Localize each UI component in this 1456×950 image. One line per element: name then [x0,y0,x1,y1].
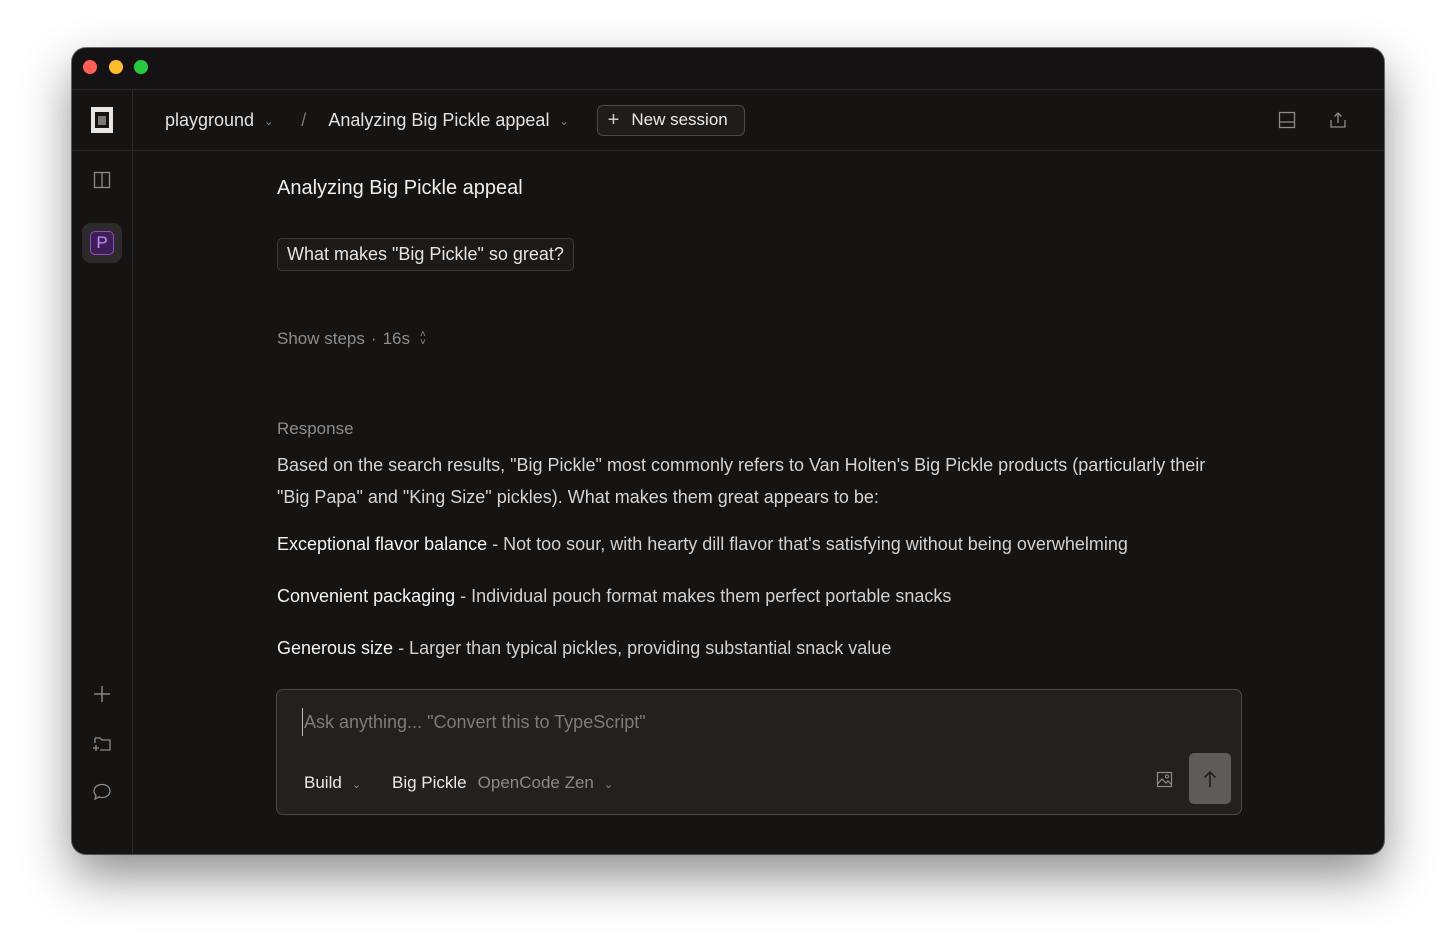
breadcrumb-separator: / [301,109,307,130]
close-window-button[interactable] [83,60,97,74]
session-name: Analyzing Big Pickle appeal [328,109,550,130]
agent-selector[interactable]: Build ⌄ [304,773,361,793]
project-avatar-button[interactable]: P [82,223,122,263]
zoom-window-button[interactable] [134,60,148,74]
prompt-input[interactable] [302,708,1122,736]
chat-area: Analyzing Big Pickle appeal What makes "… [133,151,1384,854]
sidebar-brand [72,90,132,151]
chevron-down-icon: ⌄ [351,778,362,791]
model-selector[interactable]: Big Pickle OpenCode Zen ⌄ [392,773,613,793]
app-window: P playground ⌄ / Analyzing Big Pickle ap… [72,48,1384,854]
add-project-button[interactable] [82,674,122,714]
steps-separator: · [370,329,377,348]
toggle-panel-button[interactable] [1276,109,1298,131]
send-button[interactable] [1189,753,1231,804]
point-title: Generous size [277,638,394,658]
point-text: - Not too sour, with hearty dill flavor … [487,534,1128,554]
sidebar: P [72,90,133,854]
plus-icon: + [607,109,620,131]
open-folder-button[interactable] [82,723,122,763]
session-selector[interactable]: Analyzing Big Pickle appeal ⌄ [328,110,568,131]
feedback-button[interactable] [82,772,122,812]
response-point: Convenient packaging - Individual pouch … [277,586,951,607]
chevron-down-icon: ⌄ [264,115,274,128]
new-session-label: New session [631,110,728,129]
share-button[interactable] [1327,109,1349,131]
chat-bubble-icon [93,783,111,801]
chevron-down-icon: ⌄ [559,115,569,128]
new-session-button[interactable]: + New session [596,104,745,136]
sidebar-panel-icon [93,171,111,189]
chevron-down-icon: ⌄ [603,778,614,791]
model-provider: OpenCode Zen [477,773,594,792]
response-intro: Based on the search results, "Big Pickle… [277,455,1206,507]
response-label: Response [277,419,354,438]
layout-panel-icon [1278,111,1296,129]
share-icon [1330,112,1346,128]
image-icon [1156,771,1172,787]
opencode-logo-icon[interactable] [91,107,113,133]
user-message: What makes "Big Pickle" so great? [277,238,574,271]
toggle-sidebar-button[interactable] [82,160,122,200]
point-title: Exceptional flavor balance [277,534,488,554]
attach-image-button[interactable] [1154,769,1174,789]
session-title: Analyzing Big Pickle appeal [277,177,523,199]
project-name: playground [165,109,255,130]
arrow-up-icon [1203,770,1217,787]
prompt-composer: Build ⌄ Big Pickle OpenCode Zen ⌄ [276,689,1242,815]
top-bar: playground ⌄ / Analyzing Big Pickle appe… [133,90,1384,151]
model-name: Big Pickle [392,773,467,792]
agent-name: Build [304,773,342,792]
steps-label: Show steps [277,329,365,348]
show-steps-toggle[interactable]: Show steps · 16s ˄ ˅ [277,329,426,349]
response-point: Exceptional flavor balance - Not too sou… [277,534,1128,555]
minimize-window-button[interactable] [109,60,123,74]
plus-icon [94,686,110,702]
title-bar [72,48,1384,90]
steps-duration: 16s [382,329,410,348]
chevron-up-down-icon: ˄ ˅ [419,329,426,348]
folder-add-icon [93,737,111,751]
point-text: - Larger than typical pickles, providing… [393,638,892,658]
response-point: Generous size - Larger than typical pick… [277,638,891,659]
point-text: - Individual pouch format makes them per… [455,586,952,606]
project-selector[interactable]: playground ⌄ [165,110,273,131]
project-initial: P [90,231,114,255]
point-title: Convenient packaging [277,586,456,606]
